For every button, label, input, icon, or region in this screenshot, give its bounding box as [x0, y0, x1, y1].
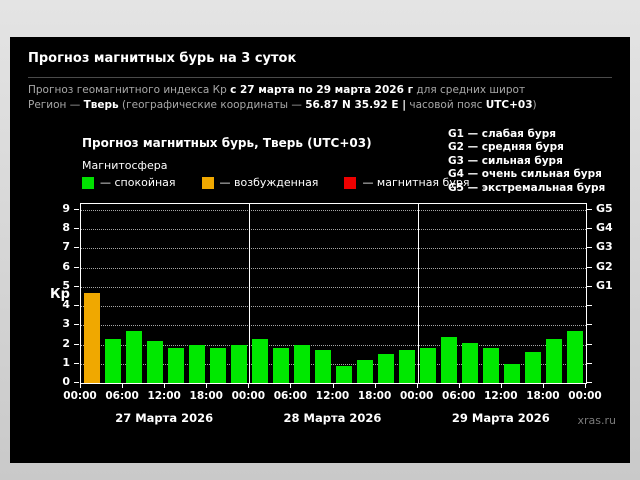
storm-swatch-icon — [344, 176, 357, 189]
g-axis-label: G5 — [596, 201, 613, 215]
kp-bar — [441, 336, 458, 383]
y-tick-label: 6 — [62, 259, 70, 273]
watermark: xras.ru — [577, 414, 617, 427]
y-tick-label: 9 — [62, 201, 70, 215]
x-tick-label: 00:00 — [568, 390, 602, 402]
kp-bar — [293, 344, 310, 383]
g-axis-label: G1 — [596, 278, 613, 292]
kp-bar — [378, 354, 395, 383]
kp-bar — [357, 359, 374, 383]
day-label: 28 Марта 2026 — [283, 411, 382, 425]
x-tick-label: 18:00 — [526, 390, 560, 402]
y-tick-label: 8 — [62, 221, 70, 235]
x-tick-label: 12:00 — [315, 390, 350, 402]
x-tick-label: 06:00 — [273, 390, 308, 402]
title-divider — [28, 77, 612, 78]
forecast-subtitle: Прогноз геомагнитного индекса Кр с 27 ма… — [28, 84, 526, 96]
y-tick-label: 7 — [62, 240, 70, 254]
legend-item-quiet: — спокойная — [82, 176, 176, 189]
kp-bar — [146, 340, 163, 383]
g-scale-legend: G1 — слабая буря G2 — средняя буря G3 — … — [448, 128, 605, 195]
y-tick-label: 0 — [62, 375, 70, 388]
g-legend-line: G1 — слабая буря — [448, 128, 556, 140]
g-axis-label: G4 — [596, 221, 613, 235]
legend-item-label: — спокойная — [100, 176, 176, 189]
chart-title: Прогноз магнитных бурь, Тверь (UTC+03) — [82, 136, 372, 150]
kp-bar — [420, 348, 437, 383]
y-tick-label: 4 — [62, 298, 70, 311]
y-tick-label: 2 — [62, 336, 70, 350]
kp-bar — [272, 348, 289, 383]
legend-title: Магнитосфера — [82, 159, 168, 172]
kp-bar — [209, 348, 226, 383]
kp-bar — [188, 344, 205, 383]
quiet-swatch-icon — [82, 176, 94, 189]
x-tick-label: 06:00 — [442, 390, 476, 402]
day-label: 29 Марта 2026 — [451, 411, 550, 425]
x-tick-label: 00:00 — [231, 390, 266, 402]
legend: — спокойная — возбужденная — магнитная б… — [82, 176, 469, 189]
legend-item-label: — возбужденная — [219, 176, 319, 189]
kp-bar — [125, 331, 142, 383]
kp-bar-chart — [80, 203, 587, 384]
g-axis-label: G3 — [596, 240, 613, 254]
x-tick-label: 06:00 — [105, 390, 139, 402]
kp-bar — [251, 338, 268, 383]
kp-bar — [399, 350, 416, 383]
y-tick-label: 3 — [62, 317, 70, 331]
g-legend-line: G5 — экстремальная буря — [448, 181, 606, 194]
kp-bar — [104, 338, 121, 383]
excited-swatch-icon — [201, 176, 214, 189]
y-tick-label: 5 — [62, 278, 70, 292]
x-tick-label: 00:00 — [63, 390, 97, 402]
forecast-panel: Прогноз магнитных бурь на 3 суток Прогно… — [10, 37, 630, 463]
kp-bar — [462, 342, 479, 383]
kp-bar — [567, 331, 584, 383]
x-tick-label: 12:00 — [147, 390, 181, 402]
kp-bar — [167, 348, 184, 383]
page-title: Прогноз магнитных бурь на 3 суток — [28, 51, 297, 66]
kp-bar — [314, 350, 331, 383]
g-axis-label: G2 — [596, 259, 613, 273]
region-line: Регион — Тверь (географические координат… — [28, 99, 537, 111]
day-label: 27 Марта 2026 — [115, 411, 214, 425]
kp-bar — [546, 338, 563, 383]
kp-bar — [230, 344, 247, 383]
legend-item-excited: — возбужденная — [201, 176, 319, 189]
g-legend-line: G2 — средняя буря — [448, 141, 564, 154]
x-tick-label: 00:00 — [399, 390, 434, 402]
x-tick-label: 12:00 — [484, 390, 518, 402]
x-tick-label: 18:00 — [189, 390, 223, 402]
g-legend-line: G4 — очень сильная буря — [448, 168, 602, 181]
g-legend-line: G3 — сильная буря — [448, 154, 563, 167]
y-tick-label: 1 — [62, 355, 70, 369]
kp-bar — [504, 363, 521, 383]
x-tick-label: 18:00 — [357, 390, 392, 402]
kp-bar — [483, 348, 500, 383]
kp-bar — [83, 292, 100, 383]
kp-bar — [336, 365, 353, 383]
kp-bar — [525, 352, 542, 383]
